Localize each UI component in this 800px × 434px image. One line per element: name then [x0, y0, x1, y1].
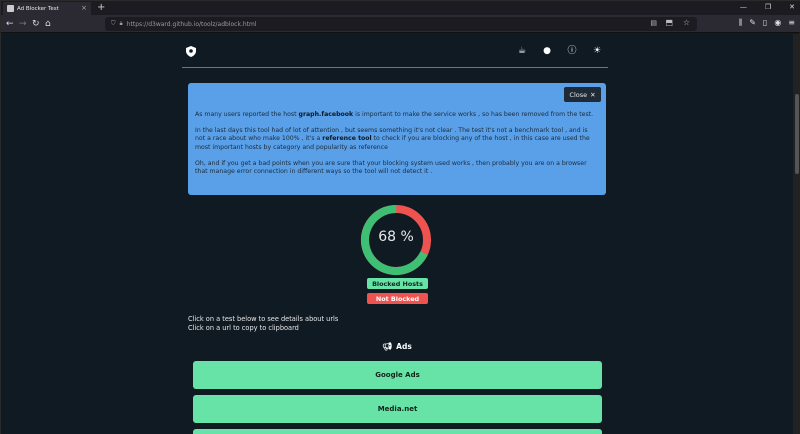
maximize-icon[interactable]: ❐ — [765, 3, 771, 11]
reader-view-icon[interactable]: ▤ — [650, 19, 657, 27]
tab-strip: Ad Blocker Test × + — ❐ ✕ — [1, 1, 800, 15]
reload-button[interactable]: ↻ — [32, 18, 40, 30]
notice-box: Close ✕ As many users reported the host … — [188, 83, 606, 195]
close-label: Close — [569, 90, 588, 99]
account-icon[interactable]: ◉ — [774, 18, 781, 28]
pocket-icon[interactable]: ⬒ — [665, 18, 673, 27]
gauge-percent-label: 68 % — [378, 229, 414, 245]
coffee-icon[interactable]: ☕︎ — [517, 46, 527, 56]
legend-blocked-hosts: Blocked Hosts — [367, 278, 428, 289]
test-item-google-ads[interactable]: Google Ads — [193, 361, 602, 389]
home-button[interactable]: ⌂ — [45, 18, 51, 30]
forward-button[interactable]: → — [19, 18, 27, 30]
shield-icon[interactable]: ⛉ — [111, 20, 116, 28]
test-item-media-net[interactable]: Media.net — [193, 395, 602, 423]
section-title: Ads — [396, 342, 412, 351]
tab-title: Ad Blocker Test — [17, 5, 59, 12]
hint-text-1: Click on a test below to see details abo… — [188, 315, 339, 323]
info-icon[interactable]: ⓘ — [567, 46, 577, 56]
section-heading-ads: 📢︎ Ads — [382, 342, 412, 351]
shield-logo-icon[interactable] — [186, 46, 196, 57]
url-text[interactable]: https://d3ward.github.io/toolz/adblock.h… — [127, 21, 257, 28]
minimize-icon[interactable]: — — [740, 3, 747, 11]
close-button[interactable]: Close ✕ — [564, 87, 601, 102]
close-window-icon[interactable]: ✕ — [789, 3, 795, 11]
bookmark-star-icon[interactable]: ☆ — [683, 18, 690, 27]
scrollbar-thumb[interactable] — [795, 94, 799, 174]
site-header: ☕︎ ● ⓘ ☀︎ — [182, 38, 608, 68]
favicon-icon — [7, 5, 14, 12]
sidebar-icon[interactable]: ▯ — [763, 18, 767, 28]
hint-text-2: Click on a url to copy to clipboard — [188, 324, 299, 332]
close-icon: ✕ — [590, 90, 596, 99]
tab-ad-blocker-test[interactable]: Ad Blocker Test × — [3, 2, 91, 15]
notice-paragraph-2: In the last days this tool had of lot of… — [195, 127, 590, 151]
notice-paragraph-3: Oh, and if you get a bad points when you… — [195, 159, 587, 176]
lock-icon: 🔒︎ — [119, 20, 123, 27]
test-item-partial[interactable] — [193, 429, 602, 434]
menu-icon[interactable]: ≡ — [788, 18, 795, 28]
notice-paragraph-1: As many users reported the host graph.fa… — [195, 111, 594, 118]
browser-window: Ad Blocker Test × + — ❐ ✕ ← → ↻ ⌂ ⛉ 🔒︎ h… — [0, 0, 800, 434]
megaphone-icon: 📢︎ — [382, 342, 393, 351]
new-tab-button[interactable]: + — [97, 2, 105, 14]
scrollbar[interactable] — [793, 34, 800, 434]
theme-toggle-icon[interactable]: ☀︎ — [592, 46, 602, 56]
legend-not-blocked: Not Blocked — [367, 293, 428, 304]
close-tab-icon[interactable]: × — [81, 5, 87, 12]
github-icon[interactable]: ● — [542, 46, 552, 56]
nav-bar: ← → ↻ ⌂ ⛉ 🔒︎ https://d3ward.github.io/to… — [1, 15, 800, 33]
page-content: ☕︎ ● ⓘ ☀︎ Close ✕ As many users reported… — [1, 34, 793, 434]
library-icon[interactable]: ⫼ — [739, 18, 743, 28]
back-button[interactable]: ← — [6, 18, 14, 30]
tools-icon[interactable]: ✎ — [749, 18, 756, 28]
url-bar[interactable]: ⛉ 🔒︎ https://d3ward.github.io/toolz/adbl… — [105, 17, 697, 31]
